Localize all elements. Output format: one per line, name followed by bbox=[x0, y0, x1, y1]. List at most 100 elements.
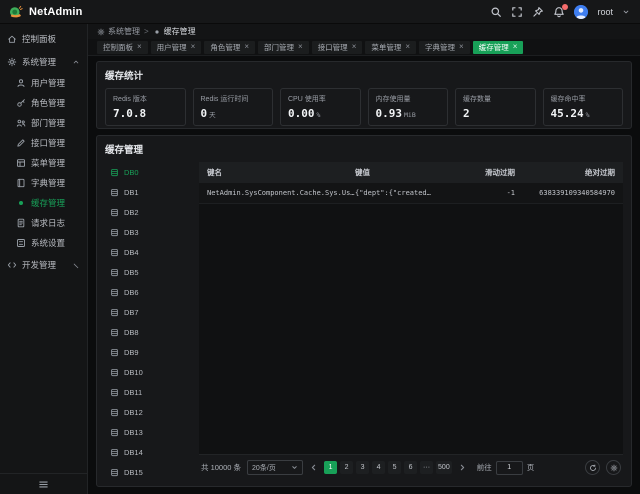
sidebar-item-roles[interactable]: 角色管理 bbox=[0, 93, 87, 113]
table-body: NetAdmin.SysComponent.Cache.Sys.UserCach… bbox=[199, 183, 623, 204]
breadcrumb-item[interactable]: 系统管理 bbox=[97, 26, 140, 37]
db-item-db1[interactable]: DB1 bbox=[105, 182, 191, 202]
page-number-button[interactable]: 3 bbox=[356, 461, 369, 474]
doc-icon bbox=[16, 218, 26, 228]
pagination-total: 共 10000 条 bbox=[201, 462, 241, 473]
db-item-db4[interactable]: DB4 bbox=[105, 242, 191, 262]
sidebar-item-system[interactable]: 系统管理 bbox=[0, 50, 87, 73]
db-item-db2[interactable]: DB2 bbox=[105, 202, 191, 222]
db-item-db10[interactable]: DB10 bbox=[105, 362, 191, 382]
tab-用户管理[interactable]: 用户管理 × bbox=[151, 41, 202, 54]
next-page-icon[interactable] bbox=[458, 463, 467, 472]
page-number-button[interactable]: 2 bbox=[340, 461, 353, 474]
sidebar-item-settings[interactable]: 系统设置 bbox=[0, 233, 87, 253]
notification-bell-icon[interactable] bbox=[553, 6, 565, 18]
breadcrumb-label: 缓存管理 bbox=[164, 26, 196, 37]
close-icon[interactable]: × bbox=[459, 43, 464, 51]
tab-部门管理[interactable]: 部门管理× bbox=[258, 41, 309, 54]
tab-角色管理[interactable]: 角色管理× bbox=[204, 41, 255, 54]
page-jump: 前往 页 bbox=[477, 461, 535, 475]
table-header-row: 键名键值滑动过期绝对过期 bbox=[199, 162, 623, 183]
stat-card-value: 0天 bbox=[201, 107, 266, 120]
close-icon[interactable]: × bbox=[191, 43, 196, 51]
tab-字典管理[interactable]: 字典管理× bbox=[419, 41, 470, 54]
db-item-db13[interactable]: DB13 bbox=[105, 422, 191, 442]
app-title: NetAdmin bbox=[29, 6, 83, 18]
dot-icon bbox=[153, 28, 161, 36]
sidebar-item-depts[interactable]: 部门管理 bbox=[0, 113, 87, 133]
db-item-label: DB8 bbox=[124, 328, 139, 337]
db-item-db5[interactable]: DB5 bbox=[105, 262, 191, 282]
page-number-button[interactable]: 6 bbox=[404, 461, 417, 474]
page-number-button[interactable]: 500 bbox=[436, 461, 452, 474]
db-item-db3[interactable]: DB3 bbox=[105, 222, 191, 242]
gear-icon bbox=[97, 28, 105, 36]
db-item-db7[interactable]: DB7 bbox=[105, 302, 191, 322]
tab-label: 用户管理 bbox=[157, 42, 187, 53]
sidebar-item-menus[interactable]: 菜单管理 bbox=[0, 153, 87, 173]
pagination-bar: 共 10000 条 20条/页 1234 bbox=[199, 454, 623, 480]
db-item-db12[interactable]: DB12 bbox=[105, 402, 191, 422]
tab-接口管理[interactable]: 接口管理× bbox=[312, 41, 363, 54]
username[interactable]: root bbox=[597, 7, 613, 17]
jump-page-input[interactable] bbox=[496, 461, 523, 475]
avatar[interactable] bbox=[574, 5, 588, 19]
sidebar-item-dashboard[interactable]: 控制面板 bbox=[0, 27, 87, 50]
home-icon bbox=[7, 34, 17, 44]
breadcrumb-item[interactable]: 缓存管理 bbox=[153, 26, 196, 37]
sidebar-collapse-icon[interactable] bbox=[38, 479, 49, 490]
db-item-db6[interactable]: DB6 bbox=[105, 282, 191, 302]
close-icon[interactable]: × bbox=[137, 43, 142, 51]
page-number-button[interactable]: 5 bbox=[388, 461, 401, 474]
sidebar-item-dev[interactable]: 开发管理 bbox=[0, 253, 87, 276]
menu-grid-icon bbox=[16, 158, 26, 168]
database-list: DB0DB1DB2DB3DB4DB5DB6DB7DB8DB9DB10DB11DB… bbox=[105, 162, 191, 480]
page-number-button[interactable]: 4 bbox=[372, 461, 385, 474]
more-pages-icon[interactable]: ··· bbox=[420, 461, 433, 474]
db-item-db0[interactable]: DB0 bbox=[105, 162, 191, 182]
close-icon[interactable]: × bbox=[244, 43, 249, 51]
tab-缓存管理[interactable]: 缓存管理× bbox=[473, 41, 524, 54]
stat-card-label: 缓存命中率 bbox=[551, 94, 616, 104]
sidebar-item-cache[interactable]: 缓存管理 bbox=[0, 193, 87, 213]
sidebar-item-apis[interactable]: 接口管理 bbox=[0, 133, 87, 153]
search-icon[interactable] bbox=[490, 6, 502, 18]
db-item-db15[interactable]: DB15 bbox=[105, 462, 191, 480]
tab-控制面板[interactable]: 控制面板× bbox=[97, 41, 148, 54]
stat-card-unit: 天 bbox=[209, 111, 216, 119]
stat-card: Redis 运行时间0天 bbox=[193, 88, 274, 126]
db-item-db9[interactable]: DB9 bbox=[105, 342, 191, 362]
fullscreen-icon[interactable] bbox=[511, 6, 523, 18]
table-settings-button[interactable] bbox=[606, 460, 621, 475]
stat-card-unit: % bbox=[317, 111, 321, 119]
table-header-cell: 键值 bbox=[355, 167, 463, 178]
sidebar-item-req-logs[interactable]: 请求日志 bbox=[0, 213, 87, 233]
db-item-label: DB9 bbox=[124, 348, 139, 357]
org-icon bbox=[16, 118, 26, 128]
db-item-db8[interactable]: DB8 bbox=[105, 322, 191, 342]
chevron-down-icon[interactable] bbox=[622, 8, 630, 16]
tab-菜单管理[interactable]: 菜单管理× bbox=[365, 41, 416, 54]
close-icon[interactable]: × bbox=[405, 43, 410, 51]
page-number-button[interactable]: 1 bbox=[324, 461, 337, 474]
close-icon[interactable]: × bbox=[298, 43, 303, 51]
table-row[interactable]: NetAdmin.SysComponent.Cache.Sys.UserCach… bbox=[199, 183, 623, 204]
close-icon[interactable]: × bbox=[513, 43, 518, 51]
pin-icon[interactable] bbox=[532, 6, 544, 18]
database-icon bbox=[110, 228, 119, 237]
refresh-button[interactable] bbox=[585, 460, 600, 475]
topbar: NetAdmin root bbox=[0, 0, 640, 24]
prev-page-icon[interactable] bbox=[309, 463, 318, 472]
db-item-db11[interactable]: DB11 bbox=[105, 382, 191, 402]
stat-card-value: 2 bbox=[463, 107, 528, 120]
close-icon[interactable]: × bbox=[352, 43, 357, 51]
page-size-select[interactable]: 20条/页 bbox=[247, 460, 303, 475]
sidebar-item-label: 字典管理 bbox=[31, 177, 65, 189]
breadcrumb-label: 系统管理 bbox=[108, 26, 140, 37]
database-icon bbox=[110, 208, 119, 217]
stat-card-value: 7.0.8 bbox=[113, 107, 178, 120]
sidebar-item-dicts[interactable]: 字典管理 bbox=[0, 173, 87, 193]
sidebar-item-label: 用户管理 bbox=[31, 77, 65, 89]
sidebar-item-users[interactable]: 用户管理 bbox=[0, 73, 87, 93]
db-item-db14[interactable]: DB14 bbox=[105, 442, 191, 462]
